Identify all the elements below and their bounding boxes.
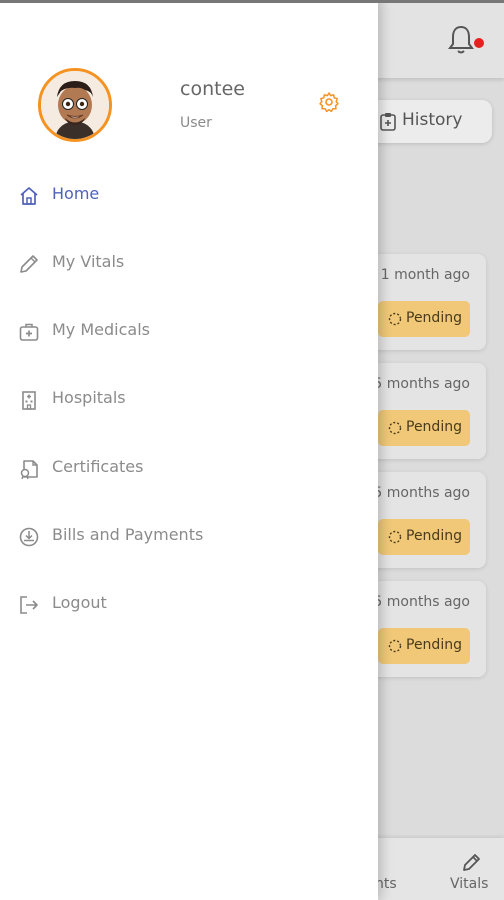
avatar-memoji-icon [41, 71, 109, 139]
clipboard-icon [380, 112, 396, 131]
bottom-tab-vitals[interactable]: Vitals [448, 850, 494, 896]
record-card[interactable]: 5 months ago Pending [360, 581, 486, 677]
loading-icon [388, 639, 402, 653]
drawer-item-home[interactable]: Home [0, 173, 378, 217]
record-card[interactable]: 1 month ago Pending [360, 254, 486, 350]
record-time: 5 months ago [373, 485, 470, 501]
avatar[interactable] [38, 68, 112, 142]
record-time: 1 month ago [380, 267, 470, 283]
drawer-item-label: My Medicals [52, 320, 150, 339]
notification-dot [474, 38, 484, 48]
record-time: 5 months ago [373, 594, 470, 610]
loading-icon [388, 312, 402, 326]
drawer-item-label: Certificates [52, 457, 144, 476]
home-icon [18, 185, 40, 207]
history-button[interactable]: History [360, 100, 492, 143]
status-badge: Pending [378, 301, 470, 337]
drawer-item-logout[interactable]: Logout [0, 582, 378, 626]
medical-kit-icon [18, 321, 40, 343]
certificate-icon [18, 458, 40, 480]
drawer-item-hospitals[interactable]: Hospitals [0, 377, 378, 421]
hospital-icon [18, 389, 40, 411]
settings-gear-icon[interactable] [318, 91, 340, 113]
status-bar-divider [0, 0, 504, 3]
drawer-item-certificates[interactable]: Certificates [0, 446, 378, 490]
record-time: 5 months ago [373, 376, 470, 392]
history-label: History [402, 110, 463, 130]
status-badge: Pending [378, 410, 470, 446]
drawer-item-my-vitals[interactable]: My Vitals [0, 241, 378, 285]
record-card[interactable]: 5 months ago Pending [360, 472, 486, 568]
drawer-item-label: Logout [52, 593, 107, 612]
pen-icon [18, 253, 40, 275]
pen-icon [463, 854, 480, 871]
drawer-item-bills-and-payments[interactable]: Bills and Payments [0, 514, 378, 558]
record-card[interactable]: 5 months ago Pending [360, 363, 486, 459]
drawer-item-my-medicals[interactable]: My Medicals [0, 309, 378, 353]
loading-icon [388, 421, 402, 435]
loading-icon [388, 530, 402, 544]
status-text: Pending [406, 528, 462, 544]
status-text: Pending [406, 419, 462, 435]
status-badge: Pending [378, 628, 470, 664]
notification-bell-icon[interactable] [446, 24, 476, 56]
drawer-item-label: Home [52, 184, 100, 203]
user-role: User [180, 115, 212, 131]
status-text: Pending [406, 637, 462, 653]
navigation-drawer: contee User Home My Vitals My Medicals H… [0, 0, 378, 900]
logout-icon [18, 594, 40, 616]
bill-icon [18, 526, 40, 548]
drawer-item-label: Bills and Payments [52, 525, 204, 544]
drawer-item-label: My Vitals [52, 252, 125, 271]
bottom-tab-vitals-label: Vitals [450, 876, 489, 892]
drawer-item-label: Hospitals [52, 388, 126, 407]
bottom-tab-partial-label[interactable]: nts [375, 876, 397, 892]
status-text: Pending [406, 310, 462, 326]
status-badge: Pending [378, 519, 470, 555]
user-name: contee [180, 78, 245, 100]
